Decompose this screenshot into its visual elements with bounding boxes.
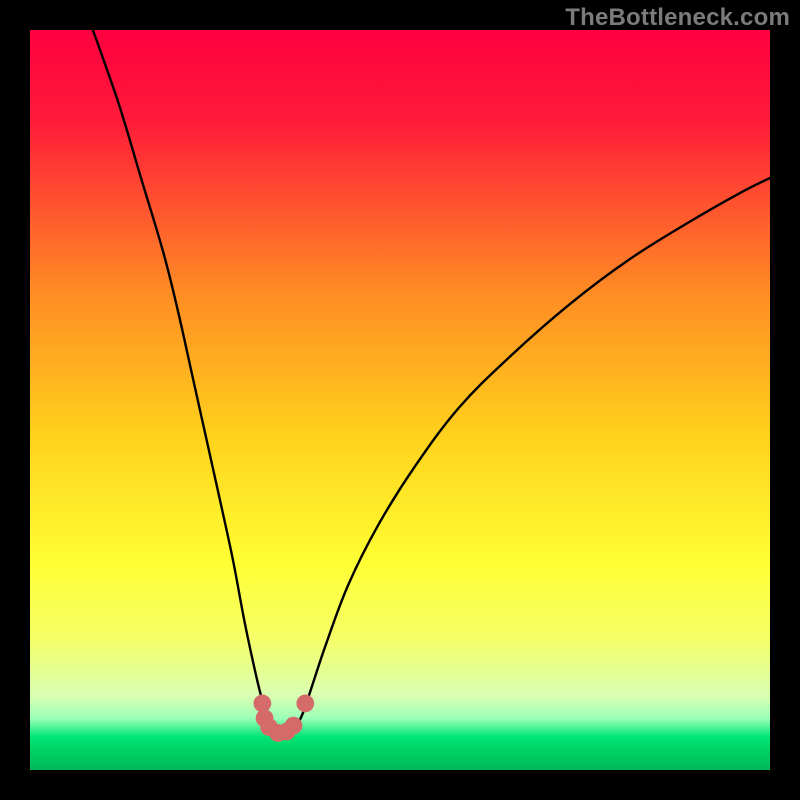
marker-dot (285, 717, 303, 735)
plot-area (30, 30, 770, 770)
marker-dot (296, 695, 314, 713)
watermark-text: TheBottleneck.com (565, 4, 790, 32)
bottleneck-chart (30, 30, 770, 770)
chart-frame: TheBottleneck.com (0, 0, 800, 800)
gradient-background (30, 30, 770, 770)
